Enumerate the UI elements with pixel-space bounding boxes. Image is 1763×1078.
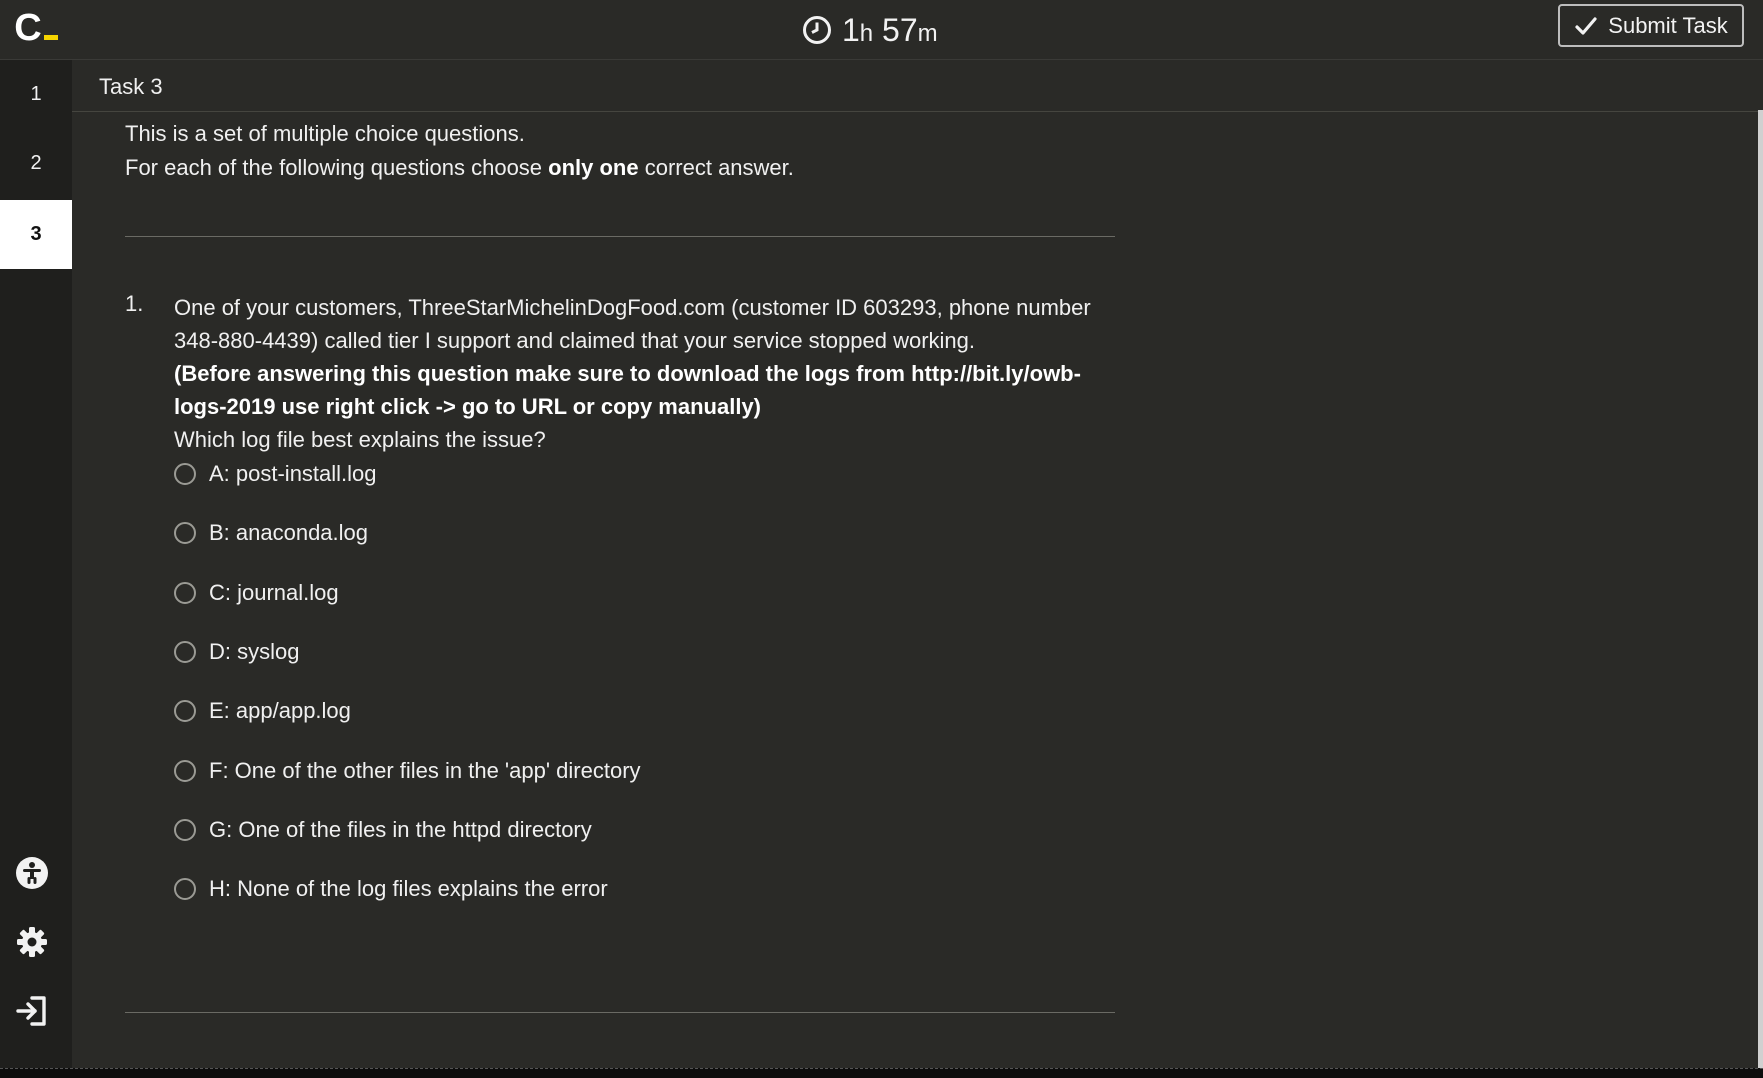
radio-button[interactable] (174, 582, 196, 604)
task-title: Task 3 (99, 74, 163, 99)
radio-button[interactable] (174, 878, 196, 900)
option-label: H: None of the log files explains the er… (209, 876, 608, 901)
answer-option-b[interactable]: B: anaconda.log (174, 513, 368, 553)
question-text: One of your customers, ThreeStarMichelin… (174, 291, 1124, 456)
instructions-line-2: For each of the following questions choo… (125, 151, 794, 185)
scrollbar[interactable] (1758, 110, 1763, 1068)
answer-option-g[interactable]: G: One of the files in the httpd directo… (174, 810, 592, 850)
instructions-text: For each of the following questions choo… (125, 155, 549, 180)
radio-button[interactable] (174, 641, 196, 663)
window-bottom-edge (0, 1068, 1763, 1078)
sidebar: 1 2 3 (0, 60, 72, 1068)
option-label: C: journal.log (209, 580, 339, 605)
question-number: 1. (125, 291, 144, 316)
app-logo[interactable]: C (0, 0, 72, 60)
answer-option-e[interactable]: E: app/app.log (174, 691, 351, 731)
submit-task-button[interactable]: Submit Task (1558, 4, 1744, 47)
question-body: One of your customers, ThreeStarMichelin… (174, 295, 1091, 353)
option-label: E: app/app.log (209, 698, 351, 723)
task-nav-1[interactable]: 1 (0, 60, 72, 129)
task-nav-3[interactable]: 3 (0, 200, 72, 269)
task-nav-label: 1 (30, 83, 42, 105)
question-prompt: Which log file best explains the issue? (174, 427, 546, 452)
logo-letter: C (14, 7, 42, 49)
answer-option-d[interactable]: D: syslog (174, 632, 299, 672)
timer-minutes-unit: m (917, 19, 938, 47)
option-label: D: syslog (209, 639, 300, 664)
radio-button[interactable] (174, 760, 196, 782)
option-label: A: post-install.log (209, 461, 377, 486)
timer-minutes: 57 (882, 11, 918, 48)
instructions-emphasis: only one (548, 155, 639, 180)
task-instructions: This is a set of multiple choice questio… (125, 117, 794, 185)
radio-button[interactable] (174, 522, 196, 544)
task-nav-2[interactable]: 2 (0, 129, 72, 198)
task-nav-label: 3 (30, 223, 42, 245)
countdown-timer: 1h 57m (802, 8, 938, 52)
submit-task-label: Submit Task (1608, 12, 1728, 38)
option-label: F: One of the other files in the 'app' d… (209, 758, 641, 783)
task-nav-label: 2 (30, 152, 42, 174)
settings-icon[interactable] (14, 924, 50, 960)
timer-text: 1h 57m (842, 12, 938, 49)
timer-hours: 1 (842, 11, 860, 48)
radio-button[interactable] (174, 463, 196, 485)
task-content: Task 3 This is a set of multiple choice … (72, 60, 1763, 1068)
exit-icon[interactable] (14, 993, 50, 1029)
radio-button[interactable] (174, 819, 196, 841)
answer-option-h[interactable]: H: None of the log files explains the er… (174, 869, 608, 909)
answer-option-a[interactable]: A: post-install.log (174, 454, 377, 494)
top-bar: C 1h 57m Submit Task (0, 0, 1763, 60)
timer-hours-unit: h (859, 19, 874, 47)
accessibility-icon[interactable] (14, 855, 50, 891)
section-divider (125, 236, 1115, 237)
answer-option-f[interactable]: F: One of the other files in the 'app' d… (174, 751, 641, 791)
section-divider (125, 1012, 1115, 1013)
question-download-note: (Before answering this question make sur… (174, 361, 1081, 419)
radio-button[interactable] (174, 700, 196, 722)
task-header: Task 3 (72, 60, 1763, 112)
option-label: B: anaconda.log (209, 520, 369, 545)
answer-option-c[interactable]: C: journal.log (174, 573, 339, 613)
logo-cursor-bar (43, 34, 58, 40)
instructions-text: correct answer. (638, 155, 794, 180)
checkmark-icon (1575, 16, 1597, 35)
option-label: G: One of the files in the httpd directo… (209, 817, 592, 842)
instructions-line-1: This is a set of multiple choice questio… (125, 121, 525, 146)
clock-icon (803, 16, 831, 44)
